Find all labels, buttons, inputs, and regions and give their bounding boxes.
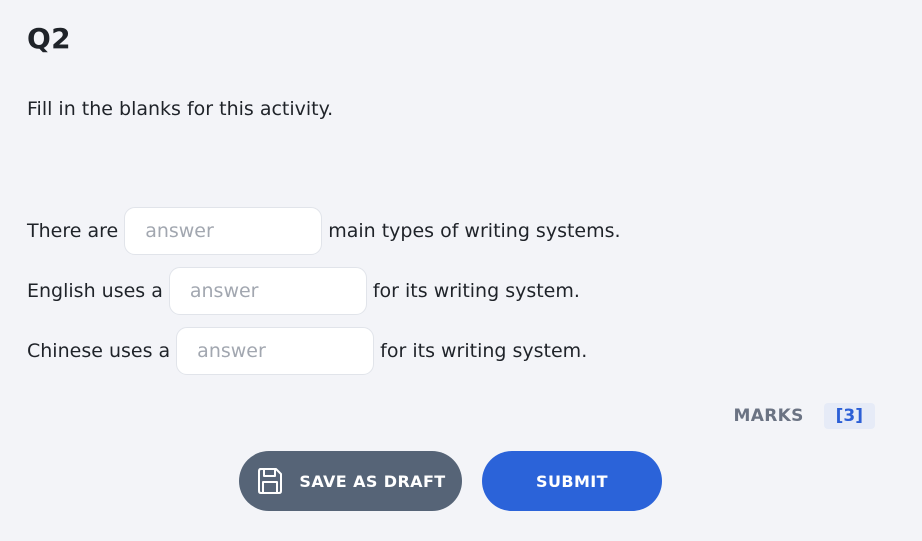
answer-input-3[interactable] <box>176 327 375 375</box>
blank-sentence-1: There are main types of writing systems. <box>27 206 621 256</box>
answer-input-2[interactable] <box>168 267 367 315</box>
question-instructions: Fill in the blanks for this activity. <box>27 98 334 120</box>
sentence-text-after: for its writing system. <box>380 340 588 362</box>
question-title: Q2 <box>27 22 71 55</box>
sentence-text-before: English uses a <box>27 280 163 302</box>
sentence-text-after: for its writing system. <box>372 280 580 302</box>
marks-label: MARKS <box>733 406 804 426</box>
blank-sentence-2: English uses a for its writing system. <box>27 266 580 316</box>
marks-value-badge: [3] <box>823 403 875 429</box>
sentence-text-after: main types of writing systems. <box>328 220 621 242</box>
answer-input-1[interactable] <box>124 207 323 255</box>
submit-label: SUBMIT <box>536 471 608 491</box>
marks-indicator: MARKS [3] <box>734 401 875 431</box>
submit-button[interactable]: SUBMIT <box>482 451 662 511</box>
save-as-draft-button[interactable]: SAVE AS DRAFT <box>239 451 462 511</box>
blank-sentence-3: Chinese uses a for its writing system. <box>27 326 587 376</box>
save-as-draft-label: SAVE AS DRAFT <box>299 471 446 491</box>
sentence-text-before: There are <box>27 220 119 242</box>
sentence-text-before: Chinese uses a <box>27 340 171 362</box>
floppy-disk-icon <box>255 466 285 496</box>
